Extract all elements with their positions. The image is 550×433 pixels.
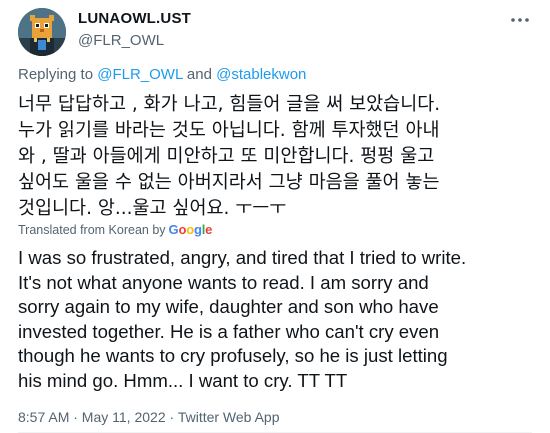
tweet-translated-text: I was so frustrated, angry, and tired th…: [18, 247, 467, 391]
replying-to-label: Replying to: [18, 66, 94, 83]
author-handle[interactable]: @FLR_OWL: [78, 32, 164, 49]
google-logo: Google: [168, 222, 213, 237]
more-horizontal-icon: [511, 18, 529, 22]
tweet-source[interactable]: Twitter Web App: [178, 409, 280, 425]
translated-attribution: Translated from Korean by Google: [18, 222, 212, 237]
owl-avatar-icon: [18, 8, 66, 56]
replying-to-line: Replying to @FLR_OWL and @stablekwon: [18, 66, 306, 83]
avatar[interactable]: [18, 8, 66, 56]
reply-mention-flr-owl[interactable]: @FLR_OWL: [97, 66, 183, 83]
author-display-name[interactable]: LUNAOWL.UST: [78, 10, 191, 27]
more-options-button[interactable]: [508, 8, 532, 32]
tweet-original-text: 너무 답답하고 , 화가 나고, 힘들어 글을 써 보았습니다. 누가 읽기를 …: [18, 94, 441, 219]
tweet-metadata: 8:57 AM · May 11, 2022 · Twitter Web App: [18, 409, 280, 425]
tweet-timestamp[interactable]: 8:57 AM · May 11, 2022: [18, 409, 166, 425]
meta-separator: ·: [165, 409, 178, 425]
reply-mention-stablekwon[interactable]: @stablekwon: [216, 66, 306, 83]
tweet-card: LUNAOWL.UST @FLR_OWL Replying to @FLR_OW…: [0, 0, 550, 433]
reply-connector: and: [186, 66, 212, 83]
translated-label[interactable]: Translated from Korean by: [18, 223, 166, 237]
